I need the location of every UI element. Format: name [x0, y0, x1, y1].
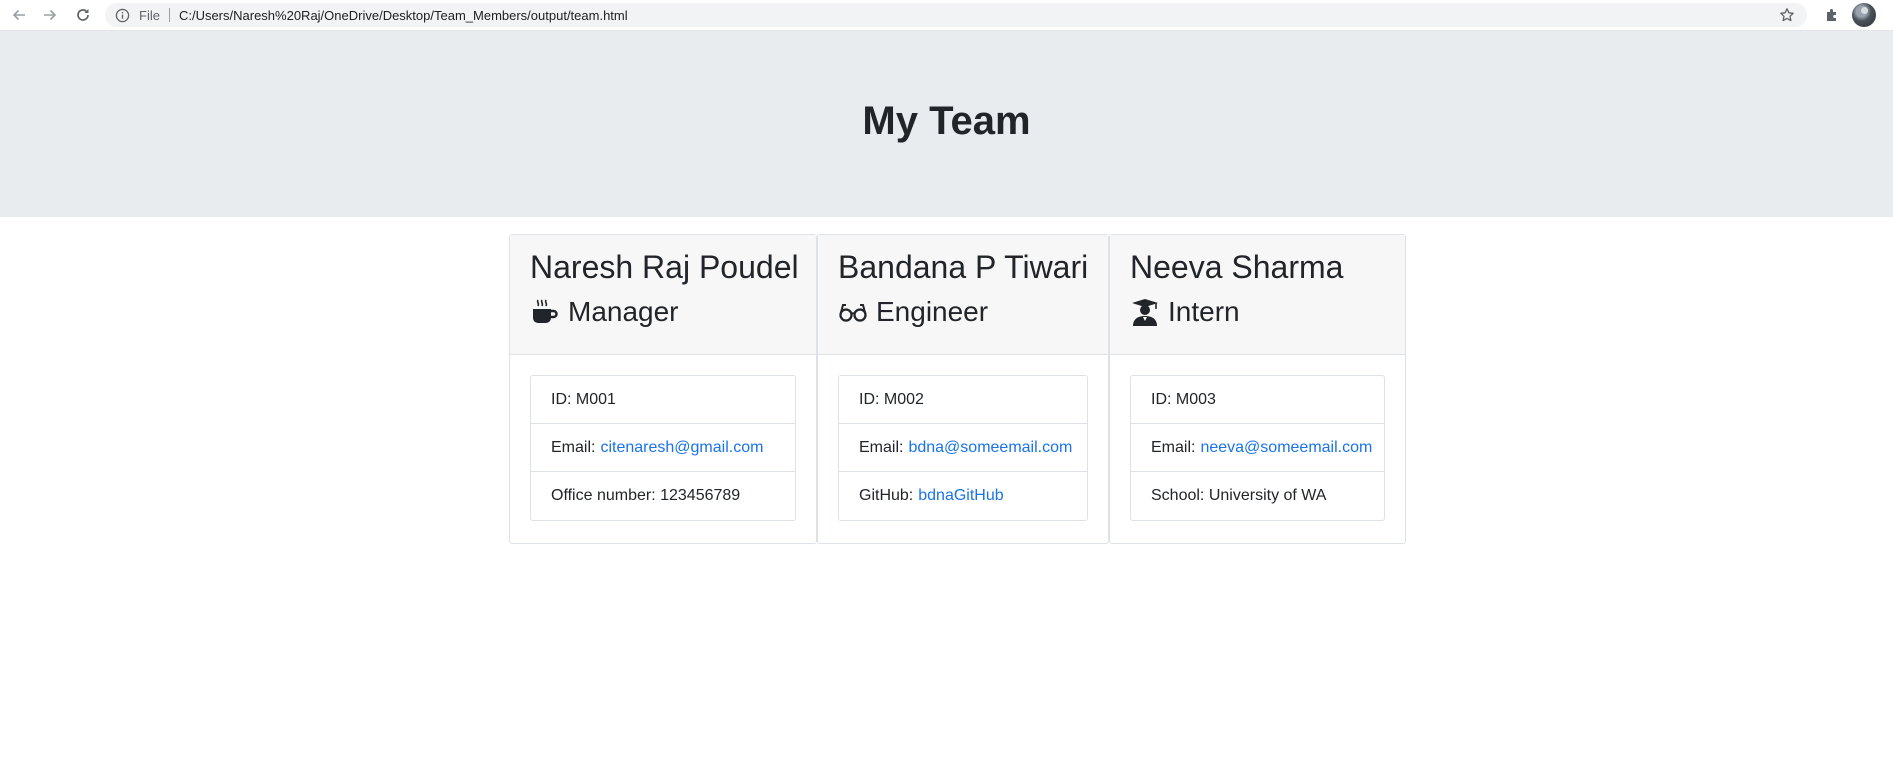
card-header: Naresh Raj Poudel Manager — [510, 235, 816, 355]
team-cards: Naresh Raj Poudel Manager ID: M001 Email… — [509, 234, 1406, 544]
school-value: University of WA — [1208, 487, 1327, 504]
email-label: Email: — [1151, 438, 1196, 456]
id-value: M001 — [575, 390, 616, 408]
card-header: Neeva Sharma Intern — [1110, 235, 1405, 355]
role-label: Manager — [568, 296, 679, 327]
email-label: Email: — [859, 438, 904, 456]
list-item-github: GitHub: bdnaGitHub — [839, 472, 1087, 520]
employee-name: Bandana P Tiwari — [838, 249, 1089, 285]
list-item-office-number: Office number: 123456789 — [531, 472, 795, 520]
glasses-icon — [838, 297, 868, 327]
role-label: Intern — [1168, 296, 1240, 327]
bookmark-star-icon[interactable] — [1779, 7, 1795, 23]
employee-role: Intern — [1130, 295, 1385, 329]
email-label: Email: — [551, 438, 596, 456]
forward-arrow-icon[interactable] — [38, 3, 62, 27]
address-bar[interactable]: File C:/Users/Naresh%20Raj/OneDrive/Desk… — [105, 3, 1807, 27]
reload-icon[interactable] — [71, 3, 95, 27]
email-link[interactable]: citenaresh@gmail.com — [600, 439, 763, 457]
card-body: ID: M003 Email: neeva@someemail.com Scho… — [1110, 355, 1405, 541]
details-list: ID: M002 Email: bdna@someemail.com GitHu… — [838, 375, 1088, 521]
employee-card-manager: Naresh Raj Poudel Manager ID: M001 Email… — [509, 234, 817, 544]
details-list: ID: M003 Email: neeva@someemail.com Scho… — [1130, 375, 1385, 521]
list-item-id: ID: M001 — [531, 376, 795, 424]
details-list: ID: M001 Email: citenaresh@gmail.com Off… — [530, 375, 796, 521]
github-label: GitHub: — [859, 487, 914, 504]
employee-card-intern: Neeva Sharma Intern ID: M003 Email: neev… — [1109, 234, 1406, 544]
id-label: ID: — [859, 390, 880, 408]
github-link[interactable]: bdnaGitHub — [918, 487, 1003, 505]
info-icon[interactable] — [115, 8, 130, 23]
back-arrow-icon[interactable] — [7, 3, 31, 27]
id-label: ID: — [1151, 390, 1172, 408]
page-title: My Team — [862, 98, 1031, 143]
list-item-email: Email: citenaresh@gmail.com — [531, 424, 795, 472]
url-text[interactable]: C:/Users/Naresh%20Raj/OneDrive/Desktop/T… — [179, 8, 628, 23]
employee-role: Manager — [530, 295, 796, 329]
profile-avatar[interactable] — [1852, 3, 1876, 27]
list-item-email: Email: neeva@someemail.com — [1131, 424, 1384, 472]
school-label: School: — [1151, 487, 1205, 504]
employee-name: Naresh Raj Poudel — [530, 249, 799, 285]
coffee-mug-icon — [530, 297, 560, 327]
list-item-id: ID: M002 — [839, 376, 1087, 424]
id-value: M002 — [883, 390, 924, 408]
employee-role: Engineer — [838, 295, 1088, 329]
browser-toolbar: File C:/Users/Naresh%20Raj/OneDrive/Desk… — [0, 0, 1893, 31]
employee-name: Neeva Sharma — [1130, 249, 1344, 285]
card-body: ID: M001 Email: citenaresh@gmail.com Off… — [510, 355, 816, 541]
role-label: Engineer — [876, 296, 989, 327]
separator — [168, 8, 170, 22]
id-label: ID: — [551, 390, 572, 408]
id-value: M003 — [1175, 390, 1216, 408]
card-header: Bandana P Tiwari Engineer — [818, 235, 1108, 355]
office-number-label: Office number: — [551, 487, 656, 504]
card-body: ID: M002 Email: bdna@someemail.com GitHu… — [818, 355, 1108, 541]
employee-card-engineer: Bandana P Tiwari Engineer ID: M002 Email… — [817, 234, 1109, 544]
office-number-value: 123456789 — [660, 487, 741, 504]
list-item-school: School: University of WA — [1131, 472, 1384, 520]
email-link[interactable]: bdna@someemail.com — [908, 439, 1072, 457]
list-item-email: Email: bdna@someemail.com — [839, 424, 1087, 472]
email-link[interactable]: neeva@someemail.com — [1200, 439, 1372, 457]
list-item-id: ID: M003 — [1131, 376, 1384, 424]
page-header: My Team — [0, 31, 1893, 217]
graduate-icon — [1130, 297, 1160, 327]
scheme-label: File — [139, 7, 160, 23]
extensions-puzzle-icon[interactable] — [1820, 3, 1844, 27]
